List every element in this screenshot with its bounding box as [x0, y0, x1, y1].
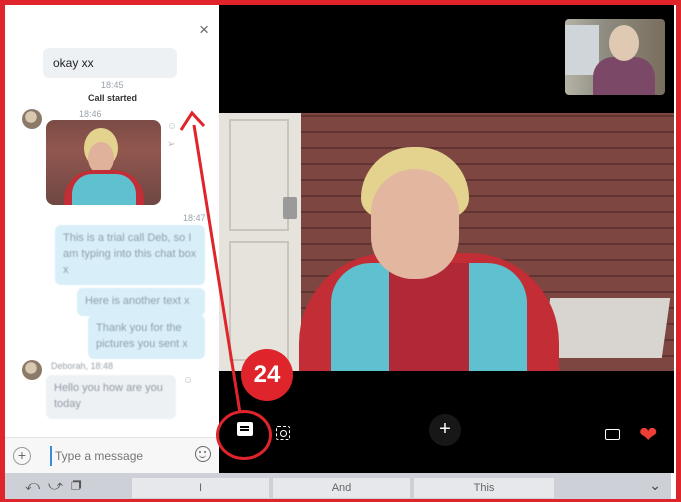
suggestion-3[interactable]: This — [414, 478, 554, 498]
step-number-badge: 24 — [241, 349, 293, 401]
timestamp: 18:45 — [101, 80, 124, 90]
shared-photo-message[interactable] — [46, 120, 161, 205]
chevron-down-icon[interactable]: ⌄ — [649, 477, 661, 494]
chat-panel: × okay xx 18:45 Call started 18:46 ☺ ➢ 1… — [5, 5, 219, 473]
close-chat-button[interactable]: × — [199, 21, 209, 38]
forward-icon[interactable]: ➢ — [167, 139, 175, 150]
remote-video-feed — [219, 113, 674, 371]
message-input[interactable] — [50, 446, 190, 466]
camera-focus-icon[interactable] — [276, 426, 290, 440]
self-view-thumbnail[interactable] — [565, 19, 665, 95]
message-input-bar: + — [5, 437, 219, 473]
screen-share-icon[interactable] — [605, 429, 620, 440]
suggestion-2[interactable]: And — [273, 478, 410, 498]
heart-icon[interactable]: ❤ — [639, 424, 657, 446]
avatar — [22, 109, 42, 129]
timestamp: 18:47 — [183, 213, 206, 223]
chat-message-okay: okay xx — [43, 48, 177, 78]
chat-message-sent: This is a trial call Deb, so I am typing… — [55, 225, 205, 285]
timestamp: 18:46 — [79, 109, 102, 119]
chat-message-received: Hello you how are you today — [46, 375, 176, 419]
sender-time-label: Deborah, 18:48 — [51, 361, 114, 371]
chat-message-sent: Here is another text x — [77, 288, 205, 316]
avatar — [22, 360, 42, 380]
keyboard-suggestion-bar: ⤺⤻❐ I And This ⌄ — [5, 473, 671, 499]
annotation-highlight-ring — [216, 410, 272, 460]
add-participant-button[interactable]: + — [429, 414, 461, 446]
call-started-label: Call started — [88, 93, 138, 103]
react-icon[interactable]: ☺ — [183, 375, 193, 386]
add-attachment-button[interactable]: + — [13, 447, 31, 465]
react-icon[interactable]: ☺ — [167, 121, 177, 132]
video-call-area: + ❤ — [219, 5, 674, 473]
emoji-icon[interactable] — [195, 446, 211, 462]
undo-redo-paste-icons[interactable]: ⤺⤻❐ — [25, 477, 90, 494]
chat-message-sent: Thank you for the pictures you sent x — [88, 315, 205, 359]
suggestion-1[interactable]: I — [132, 478, 269, 498]
